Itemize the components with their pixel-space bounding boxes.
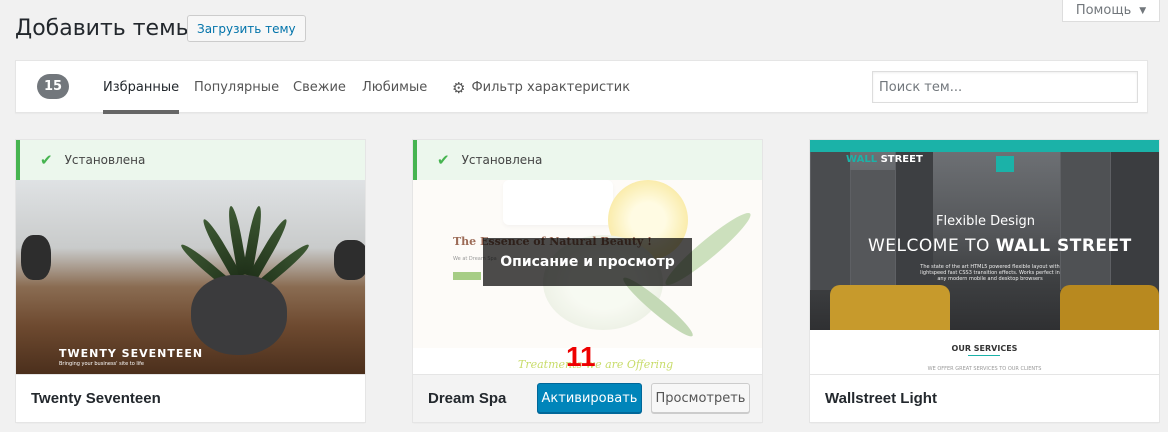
search-themes-input[interactable] — [872, 71, 1138, 103]
screenshot-divider — [968, 355, 1000, 356]
welcome-part: WALL STREET — [995, 236, 1132, 256]
taxi-shape — [1060, 285, 1159, 330]
welcome-part: WELCOME TO — [868, 236, 990, 256]
screenshot-flex-text: Flexible Design — [936, 214, 1036, 229]
screenshot-description: The state of the art HTML5 powered flexi… — [920, 264, 1060, 282]
theme-preview-image: TWENTY SEVENTEEN Bringing your business'… — [16, 180, 365, 374]
tab-new[interactable]: Свежие — [293, 61, 346, 114]
building-shape — [1060, 152, 1110, 290]
help-tab[interactable]: Помощь ▼ — [1062, 0, 1160, 22]
theme-details-overlay-button[interactable]: Описание и просмотр — [483, 238, 692, 286]
screenshot-site-title: TWENTY SEVENTEEN — [59, 347, 204, 360]
triangle-down-icon: ▼ — [1139, 5, 1147, 16]
annotation-step-number: 11 — [566, 341, 596, 372]
screenshot-button — [453, 272, 481, 280]
logo-part: WALL — [846, 154, 878, 165]
taxi-shape — [830, 285, 950, 330]
screenshot-hero: WALL STREET Flexible Design WELCOME TO W… — [810, 152, 1159, 330]
installed-label: Установлена — [64, 153, 146, 167]
feature-filter-button[interactable]: ⚙ Фильтр характеристик — [452, 61, 630, 114]
feature-filter-label: Фильтр характеристик — [471, 80, 631, 95]
theme-count-badge: 15 — [37, 74, 69, 99]
screenshot-nav-active — [996, 156, 1014, 172]
installed-label: Установлена — [461, 153, 543, 167]
screenshot-logo: WALL STREET — [846, 154, 923, 165]
upload-theme-button[interactable]: Загрузить тему — [187, 15, 306, 42]
theme-card-twenty-seventeen[interactable]: TWENTY SEVENTEEN Bringing your business'… — [15, 139, 366, 423]
theme-preview-image: WALL STREET Flexible Design WELCOME TO W… — [810, 140, 1159, 374]
theme-footer: Twenty Seventeen — [16, 374, 365, 422]
background-plant — [21, 235, 51, 280]
tab-popular[interactable]: Популярные — [194, 61, 279, 114]
screenshot-top-bar — [810, 140, 1159, 152]
checkmark-icon: ✔ — [437, 151, 450, 169]
activate-button[interactable]: Активировать — [537, 383, 642, 413]
plant-pot — [191, 275, 287, 355]
theme-footer: Wallstreet Light — [810, 374, 1159, 422]
theme-screenshot[interactable]: The Essence of Natural Beauty ! We at Dr… — [413, 140, 762, 374]
page-title: Добавить темы — [15, 16, 194, 41]
logo-part: STREET — [880, 154, 923, 165]
theme-screenshot[interactable]: TWENTY SEVENTEEN Bringing your business'… — [16, 140, 365, 374]
screenshot-services-heading: OUR SERVICES — [951, 344, 1018, 353]
help-label: Помощь — [1075, 3, 1132, 18]
tab-featured[interactable]: Избранные — [103, 61, 180, 114]
installed-notice: ✔ Установлена — [413, 140, 762, 180]
screenshot-offer-text: WE OFFER GREAT SERVICES TO OUR CLIENTS — [927, 366, 1042, 372]
building-shape — [1110, 152, 1159, 290]
checkmark-icon: ✔ — [40, 151, 53, 169]
theme-screenshot[interactable]: WALL STREET Flexible Design WELCOME TO W… — [810, 140, 1159, 374]
tab-favorites[interactable]: Любимые — [362, 61, 427, 114]
screenshot-site-tagline: Bringing your business' site to life — [59, 361, 144, 367]
theme-card-dream-spa[interactable]: The Essence of Natural Beauty ! We at Dr… — [412, 139, 763, 423]
installed-notice: ✔ Установлена — [16, 140, 365, 180]
theme-name: Wallstreet Light — [825, 390, 937, 407]
theme-name: Twenty Seventeen — [31, 390, 161, 407]
theme-card-wallstreet-light[interactable]: WALL STREET Flexible Design WELCOME TO W… — [809, 139, 1160, 423]
building-shape — [810, 152, 850, 290]
theme-filter-bar: 15 Избранные Популярные Свежие Любимые ⚙… — [15, 60, 1148, 114]
screenshot-welcome: WELCOME TO WALL STREET — [868, 236, 1132, 256]
preview-button[interactable]: Просмотреть — [651, 383, 750, 413]
building-shape — [850, 170, 895, 290]
gear-icon: ⚙ — [452, 78, 466, 97]
background-plant — [334, 240, 365, 280]
theme-footer: Dream Spa Активировать Просмотреть — [413, 374, 762, 422]
theme-name: Dream Spa — [428, 390, 507, 407]
